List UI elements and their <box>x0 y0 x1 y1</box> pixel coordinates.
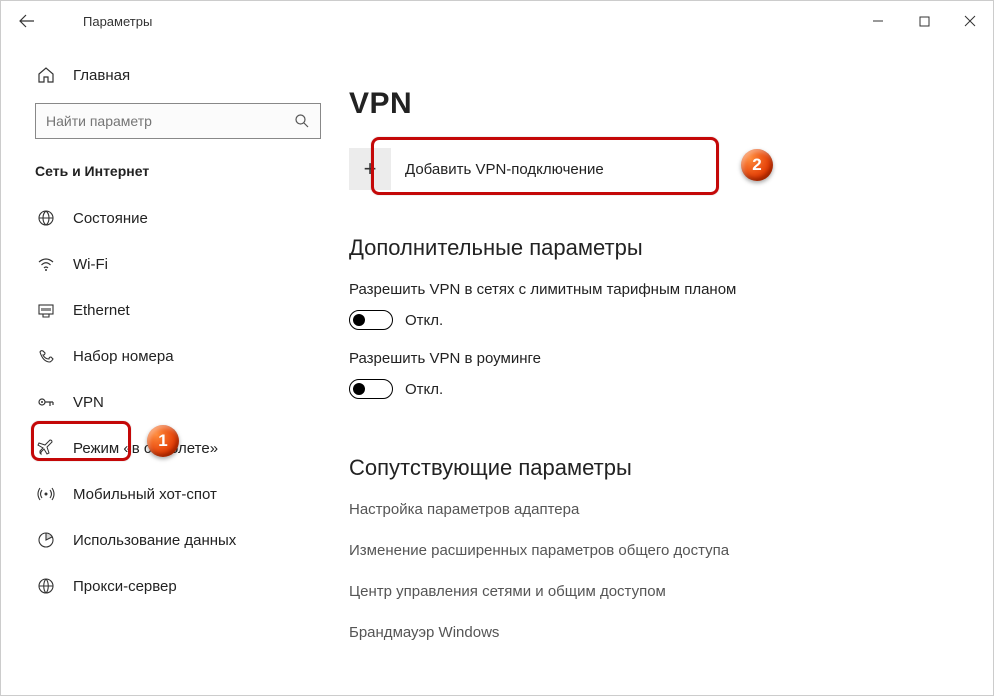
sidebar-item-proxy[interactable]: Прокси-сервер <box>1 563 329 609</box>
search-input[interactable] <box>46 113 294 129</box>
sidebar-nav: Состояние Wi-Fi Ethernet Набор номера VP… <box>1 195 329 609</box>
search-icon <box>294 113 310 129</box>
page-title: VPN <box>349 87 953 121</box>
toggle-state: Откл. <box>405 381 443 398</box>
link-firewall[interactable]: Брандмауэр Windows <box>349 624 953 641</box>
close-button[interactable] <box>947 1 993 41</box>
ethernet-icon <box>35 301 57 319</box>
setting-metered: Разрешить VPN в сетях с лимитным тарифны… <box>349 281 953 330</box>
nav-label: Ethernet <box>73 302 130 319</box>
sidebar-item-datausage[interactable]: Использование данных <box>1 517 329 563</box>
minimize-button[interactable] <box>855 1 901 41</box>
arrow-left-icon <box>19 13 35 29</box>
dialup-icon <box>35 347 57 365</box>
nav-label: Состояние <box>73 210 148 227</box>
close-icon <box>964 15 976 27</box>
related-heading: Сопутствующие параметры <box>349 455 953 481</box>
nav-label: Прокси-сервер <box>73 578 177 595</box>
sidebar-item-airplane[interactable]: Режим «в самолете» <box>1 425 329 471</box>
setting-label: Разрешить VPN в роуминге <box>349 350 953 367</box>
maximize-icon <box>919 16 930 27</box>
app-title: Параметры <box>83 14 152 29</box>
datausage-icon <box>35 531 57 549</box>
link-adapter-settings[interactable]: Настройка параметров адаптера <box>349 501 953 518</box>
minimize-icon <box>872 15 884 27</box>
nav-label: Набор номера <box>73 348 174 365</box>
sidebar: Главная Сеть и Интернет Состояние Wi-F <box>1 41 341 695</box>
sidebar-item-ethernet[interactable]: Ethernet <box>1 287 329 333</box>
nav-label: Режим «в самолете» <box>73 440 218 457</box>
home-icon <box>35 66 57 84</box>
hotspot-icon <box>35 485 57 503</box>
sidebar-home[interactable]: Главная <box>35 51 329 99</box>
sidebar-item-status[interactable]: Состояние <box>1 195 329 241</box>
link-network-center[interactable]: Центр управления сетями и общим доступом <box>349 583 953 600</box>
sidebar-item-wifi[interactable]: Wi-Fi <box>1 241 329 287</box>
toggle-roaming[interactable] <box>349 379 393 399</box>
advanced-heading: Дополнительные параметры <box>349 235 953 261</box>
sidebar-item-vpn[interactable]: VPN <box>1 379 329 425</box>
back-button[interactable] <box>7 1 47 41</box>
vpn-icon <box>35 393 57 411</box>
add-vpn-label: Добавить VPN-подключение <box>405 161 604 178</box>
maximize-button[interactable] <box>901 1 947 41</box>
add-vpn-button[interactable]: + Добавить VPN-подключение <box>349 145 679 193</box>
nav-label: Мобильный хот-спот <box>73 486 217 503</box>
sidebar-home-label: Главная <box>73 67 130 84</box>
wifi-icon <box>35 255 57 273</box>
search-box[interactable] <box>35 103 321 139</box>
airplane-icon <box>35 439 57 457</box>
toggle-state: Откл. <box>405 312 443 329</box>
sidebar-item-dialup[interactable]: Набор номера <box>1 333 329 379</box>
sidebar-item-hotspot[interactable]: Мобильный хот-спот <box>1 471 329 517</box>
setting-label: Разрешить VPN в сетях с лимитным тарифны… <box>349 281 953 298</box>
proxy-icon <box>35 577 57 595</box>
setting-roaming: Разрешить VPN в роуминге Откл. <box>349 350 953 399</box>
titlebar: Параметры <box>1 1 993 41</box>
toggle-metered[interactable] <box>349 310 393 330</box>
nav-label: Использование данных <box>73 532 236 549</box>
link-sharing-settings[interactable]: Изменение расширенных параметров общего … <box>349 542 953 559</box>
nav-label: Wi-Fi <box>73 256 108 273</box>
globe-icon <box>35 209 57 227</box>
plus-icon: + <box>349 148 391 190</box>
content-area: VPN + Добавить VPN-подключение Дополните… <box>341 41 993 695</box>
nav-label: VPN <box>73 394 104 411</box>
sidebar-section-title: Сеть и Интернет <box>1 163 329 179</box>
related-links: Настройка параметров адаптера Изменение … <box>349 501 953 641</box>
